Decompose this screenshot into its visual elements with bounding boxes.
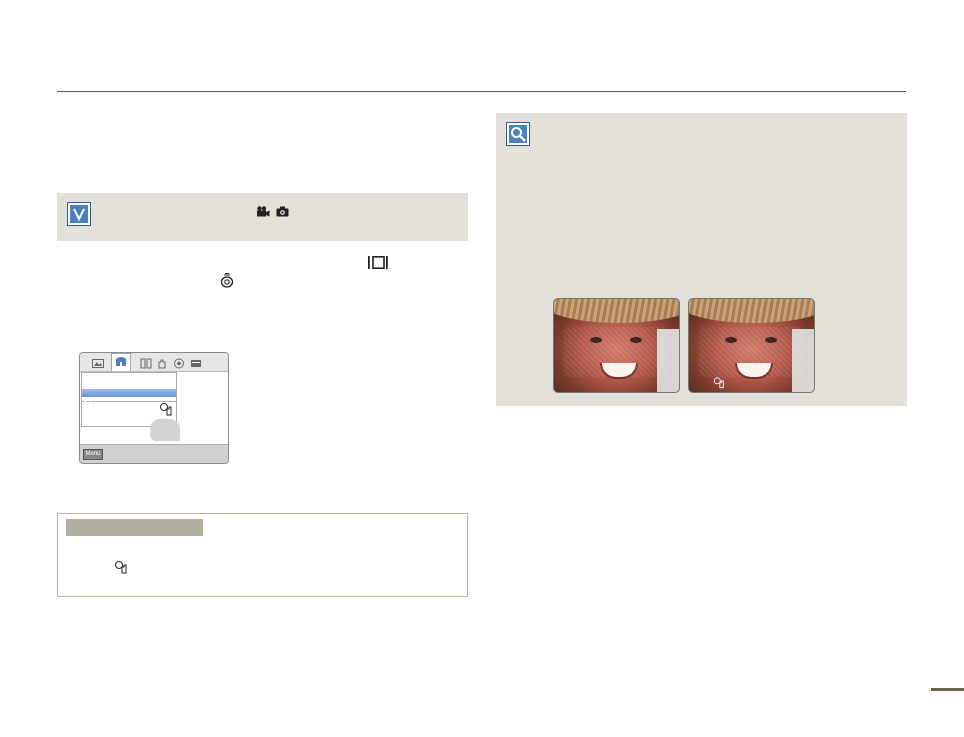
still-camera-icon: [276, 204, 289, 222]
movie-camera-icon: [256, 204, 270, 222]
lcd-tab-quality-icon[interactable]: [140, 356, 152, 369]
note-box: [57, 513, 468, 597]
face-photo-before: [553, 298, 680, 393]
display-button-icon: [368, 256, 388, 274]
lcd-tab-shooting-icon[interactable]: [111, 353, 131, 371]
tip-panel: [496, 113, 907, 406]
lcd-menu-row[interactable]: [82, 373, 176, 381]
joystick-icon: [220, 272, 234, 293]
photo-hat: [689, 299, 814, 323]
lcd-bottom-bar: Menu: [80, 444, 228, 463]
mode-check-panel: [57, 193, 468, 241]
checkmark-icon: [84, 393, 92, 411]
lcd-tab-scene-icon[interactable]: [92, 356, 104, 368]
lcd-tab-hand-icon[interactable]: [156, 356, 168, 369]
lcd-tab-settings-icon[interactable]: [173, 356, 185, 369]
lcd-menu-row-selected[interactable]: [82, 389, 176, 397]
mode-icons: [256, 204, 289, 222]
face-photo-after: [688, 298, 815, 393]
lcd-menu-screen: Menu: [79, 352, 229, 464]
lcd-menu-tabs: [80, 353, 228, 372]
photo-hat: [554, 299, 679, 323]
photo-texture: [564, 327, 669, 377]
page-number-bar: [931, 688, 964, 691]
magnifier-tip-icon: [506, 122, 530, 146]
photo-texture: [699, 327, 804, 377]
face-detection-icon: [114, 561, 128, 579]
face-detection-icon: [713, 376, 725, 392]
lcd-menu-button[interactable]: Menu: [83, 449, 103, 460]
checkbox-tick-icon: [67, 202, 91, 226]
top-rule: [57, 91, 906, 92]
lcd-tab-more-icon[interactable]: [190, 356, 202, 367]
lcd-hand-shadow: [150, 419, 180, 441]
note-header-bar: [66, 519, 203, 536]
